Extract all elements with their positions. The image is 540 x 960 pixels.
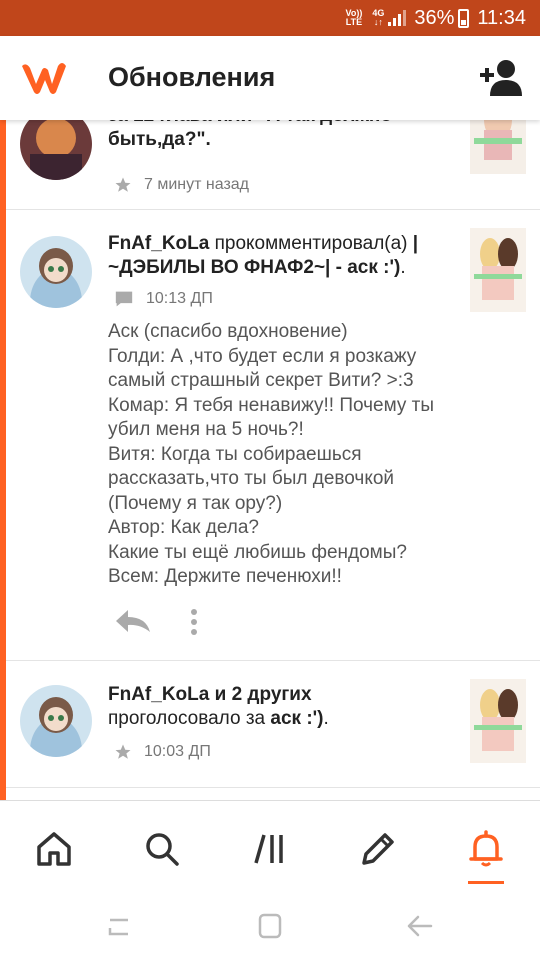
comment-actions [114,608,198,636]
punctuation: . [400,257,406,278]
comment-text: Аск (спасибо вдохновение) Голди: А ,что … [108,321,435,587]
library-icon[interactable] [250,829,290,869]
story-title-link[interactable]: | [413,233,418,254]
timestamp: 7 минут назад [144,176,250,193]
clock: 11:34 [477,6,526,29]
home-icon[interactable] [34,829,74,869]
story-cover[interactable] [470,120,526,174]
avatar[interactable] [20,685,92,757]
wattpad-logo-icon[interactable] [18,58,70,98]
notifications-feed[interactable]: за 12 глава или "А так должно быть,да?".… [0,120,540,800]
notification-text: FnAf_KoLa и 2 других проголосовало за аск… [108,683,458,731]
search-icon[interactable] [142,829,182,869]
app-bar: Обновления [0,36,540,120]
notification-card[interactable]: FnAf_KoLa и 2 других проголосовало за аск… [6,661,540,788]
page-title: Обновления [108,62,276,92]
username-link[interactable]: FnAf_KoLa [108,233,209,254]
bottom-navigation [0,800,540,892]
network-arrows: ↓↑ [373,17,383,27]
story-cover[interactable] [470,228,526,312]
notification-text: FnAf_KoLa прокомментировал(а) | ~ДЭБИЛЫ В… [108,232,458,280]
action-text: прокомментировал(а) [209,233,413,254]
active-tab-indicator [468,881,504,884]
more-options-icon[interactable] [190,608,198,636]
network-indicator: 4G ↓↑ [372,9,384,27]
reply-icon[interactable] [114,608,152,636]
notification-card[interactable]: FnAf_KoLa прокомментировал(а) | ~ДЭБИЛЫ В… [6,210,540,661]
punctuation: . [323,708,329,729]
timestamp: 10:13 ДП [146,290,213,307]
avatar-image [20,685,92,757]
story-title-link[interactable]: ~ДЭБИЛЫ ВО ФНАФ2~| - аск :') [108,257,400,278]
volte-indicator: Vo)) LTE [346,9,363,27]
comment-icon [115,291,133,307]
notification-meta: 10:03 ДП [114,743,211,761]
add-person-icon[interactable] [480,58,522,98]
status-bar: Vo)) LTE 4G ↓↑ 36% 11:34 [0,0,540,36]
home-square-icon[interactable] [257,912,283,940]
system-navigation [0,892,540,960]
story-cover-image [470,679,526,763]
action-text: проголосовало за [108,708,271,729]
star-icon [115,177,131,192]
recents-icon[interactable] [106,914,132,940]
notification-card[interactable]: за 12 глава или "А так должно быть,да?".… [6,120,540,210]
story-cover-image [470,120,526,174]
battery-percent: 36% [414,6,455,29]
notification-text-line: быть,да?". [108,129,211,150]
notification-meta: 7 минут назад [114,176,249,194]
timestamp: 10:03 ДП [144,743,211,760]
signal-icon [388,10,408,26]
star-icon [115,744,131,759]
bell-icon[interactable] [466,829,506,869]
pencil-icon[interactable] [358,829,398,869]
notification-text: за 12 глава или "А так должно быть,да?". [108,120,458,152]
avatar-image [20,120,92,180]
volte-bottom: LTE [345,17,363,27]
username-link[interactable]: FnAf_KoLa и 2 других [108,684,312,705]
avatar[interactable] [20,236,92,308]
story-cover-image [470,228,526,312]
battery-icon [458,8,470,28]
notification-text-line: за 12 глава или "А так должно [108,120,458,128]
avatar-image [20,236,92,308]
back-arrow-icon[interactable] [406,912,434,940]
story-title-link[interactable]: аск :') [270,708,323,729]
notification-meta: 10:13 ДП [114,290,213,308]
story-cover[interactable] [470,679,526,763]
avatar[interactable] [20,120,92,180]
